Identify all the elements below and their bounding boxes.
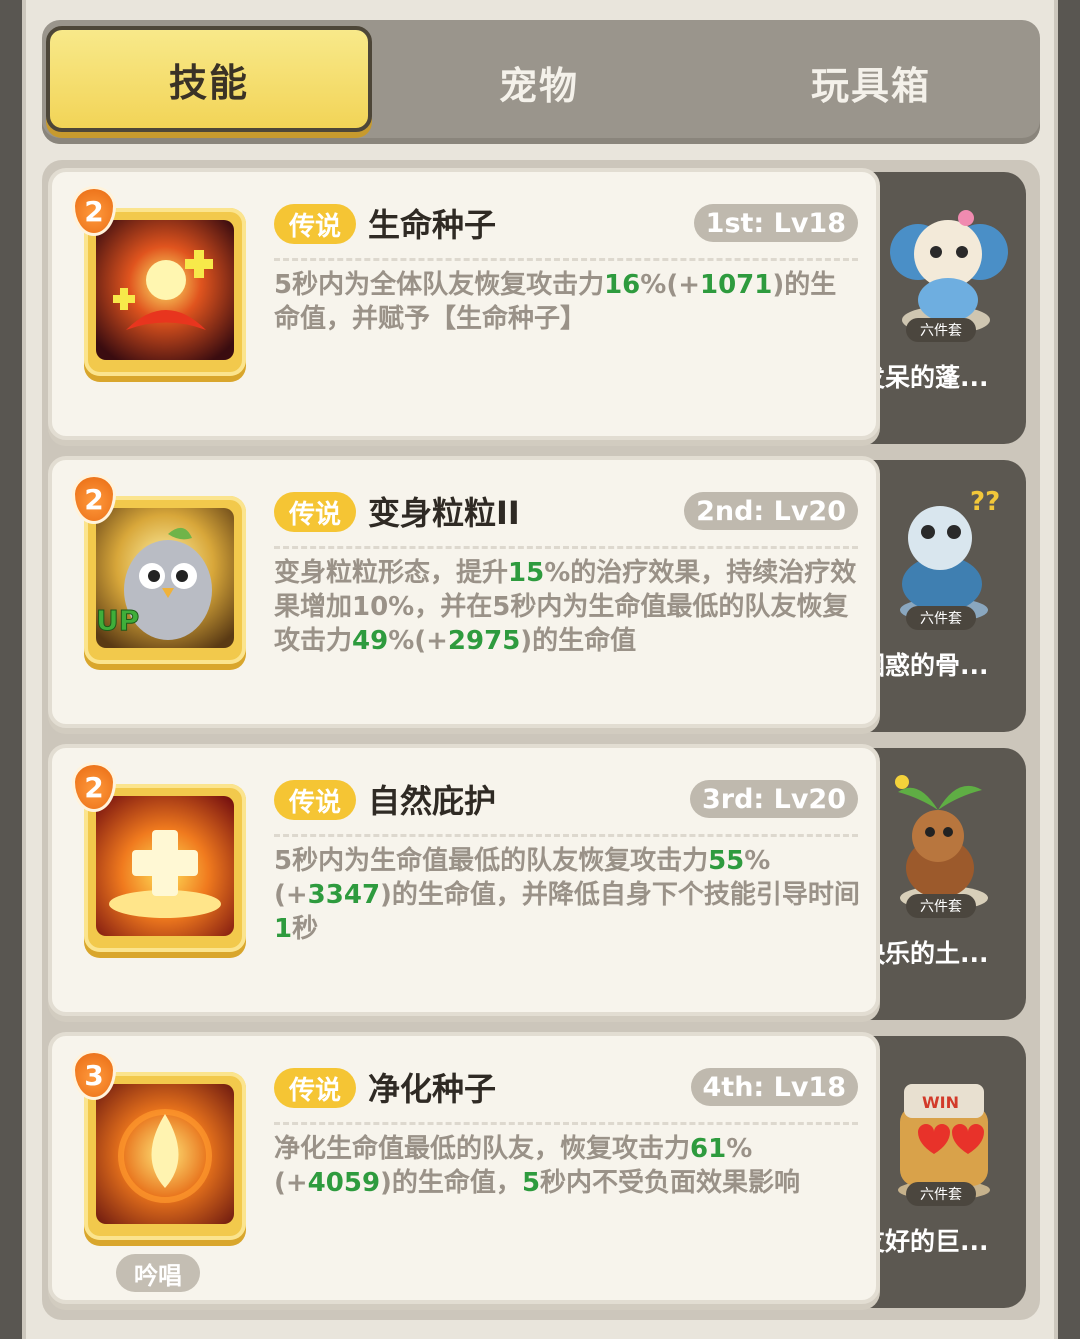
- tab-toybox[interactable]: 玩具箱: [710, 30, 1032, 134]
- divider: [274, 258, 858, 261]
- skill-order-level: 3rd: Lv20: [689, 780, 858, 818]
- up-label: UP: [95, 604, 140, 638]
- skill-name: 自然庇护: [368, 782, 497, 820]
- skill-icon-frame[interactable]: [84, 208, 246, 376]
- skill-description: 净化生命值最低的队友，恢复攻击力61%(+4059)的生命值，5秒内不受负面效果…: [274, 1134, 801, 1198]
- skill-card[interactable]: UP 2 传说 变身粒粒II 2nd: Lv20 变身粒粒形态，提升15%的治疗…: [48, 456, 880, 728]
- skill-description: 5秒内为全体队友恢复攻击力16%(+1071)的生命值，并赋予【生命种子】: [274, 270, 837, 334]
- divider: [274, 834, 858, 837]
- tab-bar: 技能 宠物 玩具箱: [42, 20, 1040, 144]
- set-tag: 六件套: [906, 1182, 976, 1206]
- pet-name: 困惑的骨...: [860, 651, 989, 680]
- skill-description: 5秒内为生命值最低的队友恢复攻击力55%(+3347)的生命值，并降低自身下个技…: [274, 846, 860, 944]
- pet-slot[interactable]: 六件套 快乐的土...: [856, 748, 1026, 1020]
- pet-name: 发呆的蓬...: [860, 363, 989, 392]
- svg-text:WIN: WIN: [922, 1093, 959, 1112]
- skill-order-level: 2nd: Lv20: [684, 492, 858, 530]
- skill-icon-frame[interactable]: UP: [84, 496, 246, 664]
- skill-icon-frame[interactable]: [84, 784, 246, 952]
- life-seed-icon: [96, 220, 234, 360]
- chant-tag: 吟唱: [116, 1254, 200, 1292]
- rarity-badge: 传说: [274, 780, 356, 820]
- skill-icon-frame[interactable]: [84, 1072, 246, 1240]
- divider: [274, 1122, 858, 1125]
- pet-slot[interactable]: ?? 六件套 困惑的骨...: [856, 460, 1026, 732]
- pet-slot[interactable]: 六件套 发呆的蓬...: [856, 172, 1026, 444]
- pet-name: 快乐的土...: [860, 939, 989, 968]
- skill-order-level: 1st: Lv18: [693, 204, 858, 242]
- rarity-badge: 传说: [274, 1068, 356, 1108]
- skill-name: 生命种子: [368, 206, 497, 244]
- pet-name: 友好的巨...: [860, 1227, 989, 1256]
- skill-card[interactable]: 2 传说 生命种子 1st: Lv18 5秒内为全体队友恢复攻击力16%(+10…: [48, 168, 880, 440]
- purify-seed-icon: [96, 1084, 234, 1224]
- nature-protection-icon: [96, 796, 234, 936]
- pet-slot[interactable]: WIN 六件套 友好的巨...: [856, 1036, 1026, 1308]
- rarity-badge: 传说: [274, 492, 356, 532]
- tab-skills[interactable]: 技能: [46, 26, 372, 132]
- rarity-badge: 传说: [274, 204, 356, 244]
- divider: [274, 546, 858, 549]
- skill-card[interactable]: 2 传说 自然庇护 3rd: Lv20 5秒内为生命值最低的队友恢复攻击力55%…: [48, 744, 880, 1016]
- skill-name: 变身粒粒II: [368, 494, 520, 532]
- skill-order-level: 4th: Lv18: [690, 1068, 858, 1106]
- set-tag: 六件套: [906, 318, 976, 342]
- set-tag: 六件套: [906, 894, 976, 918]
- skill-name: 净化种子: [368, 1070, 497, 1108]
- tab-pets[interactable]: 宠物: [378, 30, 700, 134]
- set-tag: 六件套: [906, 606, 976, 630]
- svg-text:??: ??: [970, 487, 1000, 517]
- skill-description: 变身粒粒形态，提升15%的治疗效果，持续治疗效果增加10%，并在5秒内为生命值最…: [274, 558, 857, 656]
- skill-card[interactable]: 3 吟唱 传说 净化种子 4th: Lv18 净化生命值最低的队友，恢复攻击力6…: [48, 1032, 880, 1304]
